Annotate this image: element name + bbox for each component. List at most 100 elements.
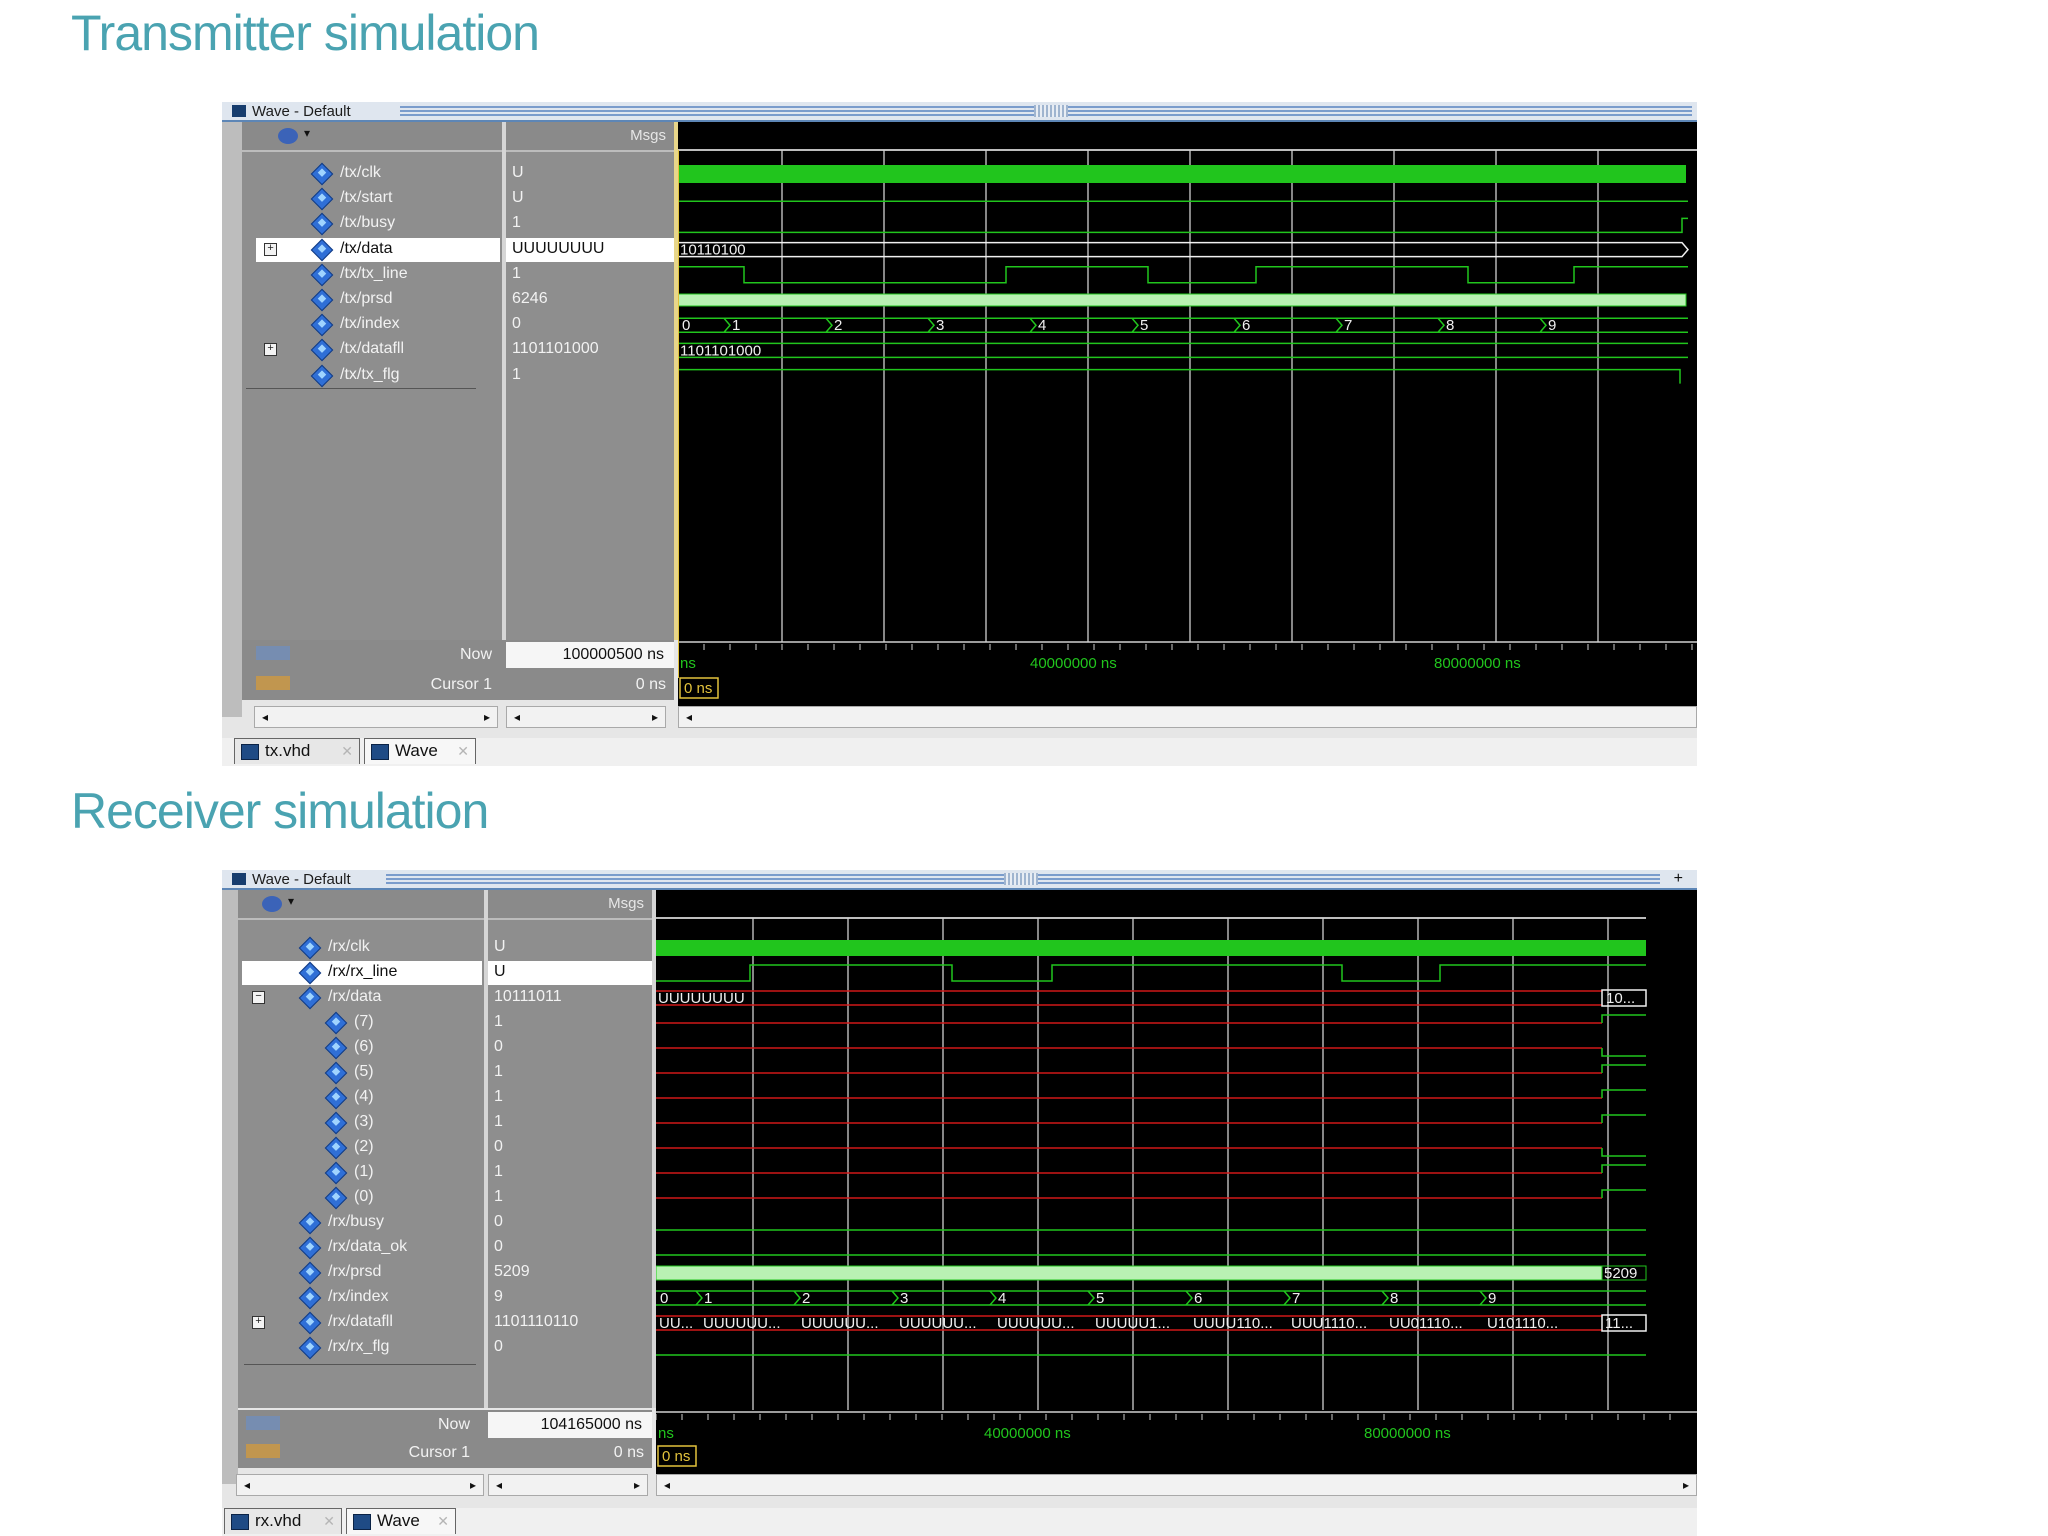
tab-wave[interactable]: Wave ✕ xyxy=(346,1508,456,1534)
add-pane-icon[interactable]: + xyxy=(1674,870,1683,888)
tx-signal-row[interactable]: /tx/start xyxy=(256,187,500,211)
index-value-label: 8 xyxy=(1390,1290,1398,1307)
index-value-label: 1 xyxy=(704,1290,712,1307)
rx-msgs-header: Msgs xyxy=(488,890,652,920)
rx-signal-row[interactable]: (3) xyxy=(242,1111,482,1135)
signal-icon xyxy=(310,288,334,312)
index-transition xyxy=(695,1290,703,1306)
rx-signal-value: 10111011 xyxy=(494,988,562,1005)
index-value-label: 9 xyxy=(1548,317,1556,334)
rx-signal-row[interactable]: (2) xyxy=(242,1136,482,1160)
rx-waveform-pane[interactable]: UUUUUUUU 10... 5209 0 1 2 3 4 5 6 7 8 9 UU... UUUUUU..… xyxy=(656,890,1697,1484)
signal-name: /rx/datafll xyxy=(328,1313,393,1330)
expand-toggle-icon[interactable]: + xyxy=(264,242,277,256)
scroll-left-icon[interactable]: ◂ xyxy=(257,709,273,725)
tx-name-scrollbar[interactable]: ◂ ▸ xyxy=(254,706,498,728)
close-icon[interactable]: ✕ xyxy=(323,1509,335,1533)
rx-signal-row[interactable]: /rx/prsd xyxy=(242,1261,482,1285)
cursor-marker-label: 0 ns xyxy=(662,1448,690,1465)
index-value-label: 3 xyxy=(900,1290,908,1307)
transmitter-heading: Transmitter simulation xyxy=(71,5,540,61)
close-icon[interactable]: ✕ xyxy=(341,739,353,763)
tx-now-label: Now xyxy=(459,646,492,663)
rx-signal-row[interactable]: (4) xyxy=(242,1086,482,1110)
tx-wave-scrollbar[interactable]: ◂ xyxy=(678,706,1697,728)
tx-title-bar[interactable]: Wave - Default xyxy=(222,102,1697,122)
signal-icon xyxy=(298,986,322,1010)
scroll-left-icon[interactable]: ◂ xyxy=(659,1477,675,1493)
rx-signal-row[interactable]: − /rx/data xyxy=(242,986,482,1010)
chevron-down-icon[interactable]: ▾ xyxy=(304,126,310,140)
scroll-right-icon[interactable]: ▸ xyxy=(479,709,495,725)
tx-signal-row[interactable]: + /tx/data xyxy=(256,237,500,262)
rx-signal-row[interactable]: /rx/busy xyxy=(242,1211,482,1235)
expand-toggle-icon[interactable]: + xyxy=(252,1316,265,1329)
index-value-label: 4 xyxy=(1038,317,1046,334)
scroll-left-icon[interactable]: ◂ xyxy=(509,709,525,725)
rx-value-scrollbar[interactable]: ◂ ▸ xyxy=(488,1474,648,1496)
wave-toolbar-icon[interactable] xyxy=(278,128,298,144)
index-transition xyxy=(927,317,935,333)
rx-signal-row[interactable]: (1) xyxy=(242,1161,482,1185)
rx-signal-row[interactable]: (6) xyxy=(242,1036,482,1060)
rx-signal-row[interactable]: (5) xyxy=(242,1061,482,1085)
tx-signal-row[interactable]: /tx/tx_flg xyxy=(256,364,500,388)
title-grip[interactable] xyxy=(1004,873,1038,885)
tab-rx-vhd[interactable]: rx.vhd ✕ xyxy=(224,1508,342,1534)
cursor-lock-icon[interactable] xyxy=(246,1444,280,1458)
rx-signal-row[interactable]: /rx/clk xyxy=(242,936,482,960)
signal-icon xyxy=(298,936,322,960)
signal-name: /tx/prsd xyxy=(340,290,393,307)
tx-signal-value: U xyxy=(512,189,524,207)
rx-name-scrollbar[interactable]: ◂ ▸ xyxy=(236,1474,484,1496)
tx-signal-row[interactable]: /tx/prsd xyxy=(256,288,500,312)
tx-waveform-pane[interactable]: 10110100 0 1 2 3 4 5 6 7 8 9 1101101000 ns 40000000 n… xyxy=(678,122,1697,722)
rx-window-title: Wave - Default xyxy=(252,871,351,888)
close-icon[interactable]: ✕ xyxy=(457,739,469,763)
msgs-label: Msgs xyxy=(630,127,666,144)
wave-header-strip xyxy=(656,890,1697,918)
tx-signal-row[interactable]: + /tx/datafll xyxy=(256,338,500,362)
tab-tx-vhd[interactable]: tx.vhd ✕ xyxy=(234,738,360,764)
datafll-segment-label: 11... xyxy=(1605,1315,1633,1332)
rx-signal-row[interactable]: /rx/rx_flg xyxy=(242,1336,482,1360)
rx-signal-row[interactable]: /rx/index xyxy=(242,1286,482,1310)
cursor-lock-icon[interactable] xyxy=(256,676,290,690)
rx-signal-row[interactable]: (0) xyxy=(242,1186,482,1210)
tx-signal-row[interactable]: /tx/tx_line xyxy=(256,263,500,287)
scroll-right-icon[interactable]: ▸ xyxy=(465,1477,481,1493)
scroll-right-icon[interactable]: ▸ xyxy=(647,709,663,725)
tx-signal-row[interactable]: /tx/index xyxy=(256,313,500,337)
signal-name: /tx/clk xyxy=(340,164,381,181)
signal-icon xyxy=(310,162,334,186)
rx-title-bar[interactable]: Wave - Default + xyxy=(222,870,1697,890)
wave-toolbar-icon[interactable] xyxy=(262,896,282,912)
rx-signal-row[interactable]: (7) xyxy=(242,1011,482,1035)
title-grip[interactable] xyxy=(1034,105,1068,117)
chevron-down-icon[interactable]: ▾ xyxy=(288,894,294,908)
tab-wave[interactable]: Wave ✕ xyxy=(364,738,476,764)
expand-toggle-icon[interactable]: − xyxy=(252,991,265,1004)
scroll-left-icon[interactable]: ◂ xyxy=(239,1477,255,1493)
index-transition xyxy=(1087,1290,1095,1306)
datafll-segment-label: UU01110... xyxy=(1389,1315,1463,1332)
close-icon[interactable]: ✕ xyxy=(437,1509,449,1533)
rx-signal-row[interactable]: + /rx/datafll xyxy=(242,1311,482,1335)
tx-signal-row[interactable]: /tx/busy xyxy=(256,212,500,236)
rx-signal-row[interactable]: /rx/data_ok xyxy=(242,1236,482,1260)
index-transition xyxy=(1335,317,1343,333)
expand-toggle-icon[interactable]: + xyxy=(264,343,277,357)
tx-value-scrollbar[interactable]: ◂ ▸ xyxy=(506,706,666,728)
signal-name: /tx/start xyxy=(340,189,393,207)
rx-wave-scrollbar[interactable]: ◂ ▸ xyxy=(656,1474,1697,1496)
scroll-right-icon[interactable]: ▸ xyxy=(629,1477,645,1493)
scroll-left-icon[interactable]: ◂ xyxy=(681,709,697,725)
scroll-right-icon[interactable]: ▸ xyxy=(1678,1477,1694,1493)
tx-msgs-header: Msgs xyxy=(506,122,674,152)
index-transition xyxy=(825,317,833,333)
rx-signal-value: 5209 xyxy=(494,1263,530,1280)
signal-name: /rx/rx_line xyxy=(328,963,398,980)
rx-signal-row[interactable]: /rx/rx_line xyxy=(242,961,482,985)
tx-signal-row[interactable]: /tx/clk xyxy=(256,162,500,186)
scroll-left-icon[interactable]: ◂ xyxy=(491,1477,507,1493)
